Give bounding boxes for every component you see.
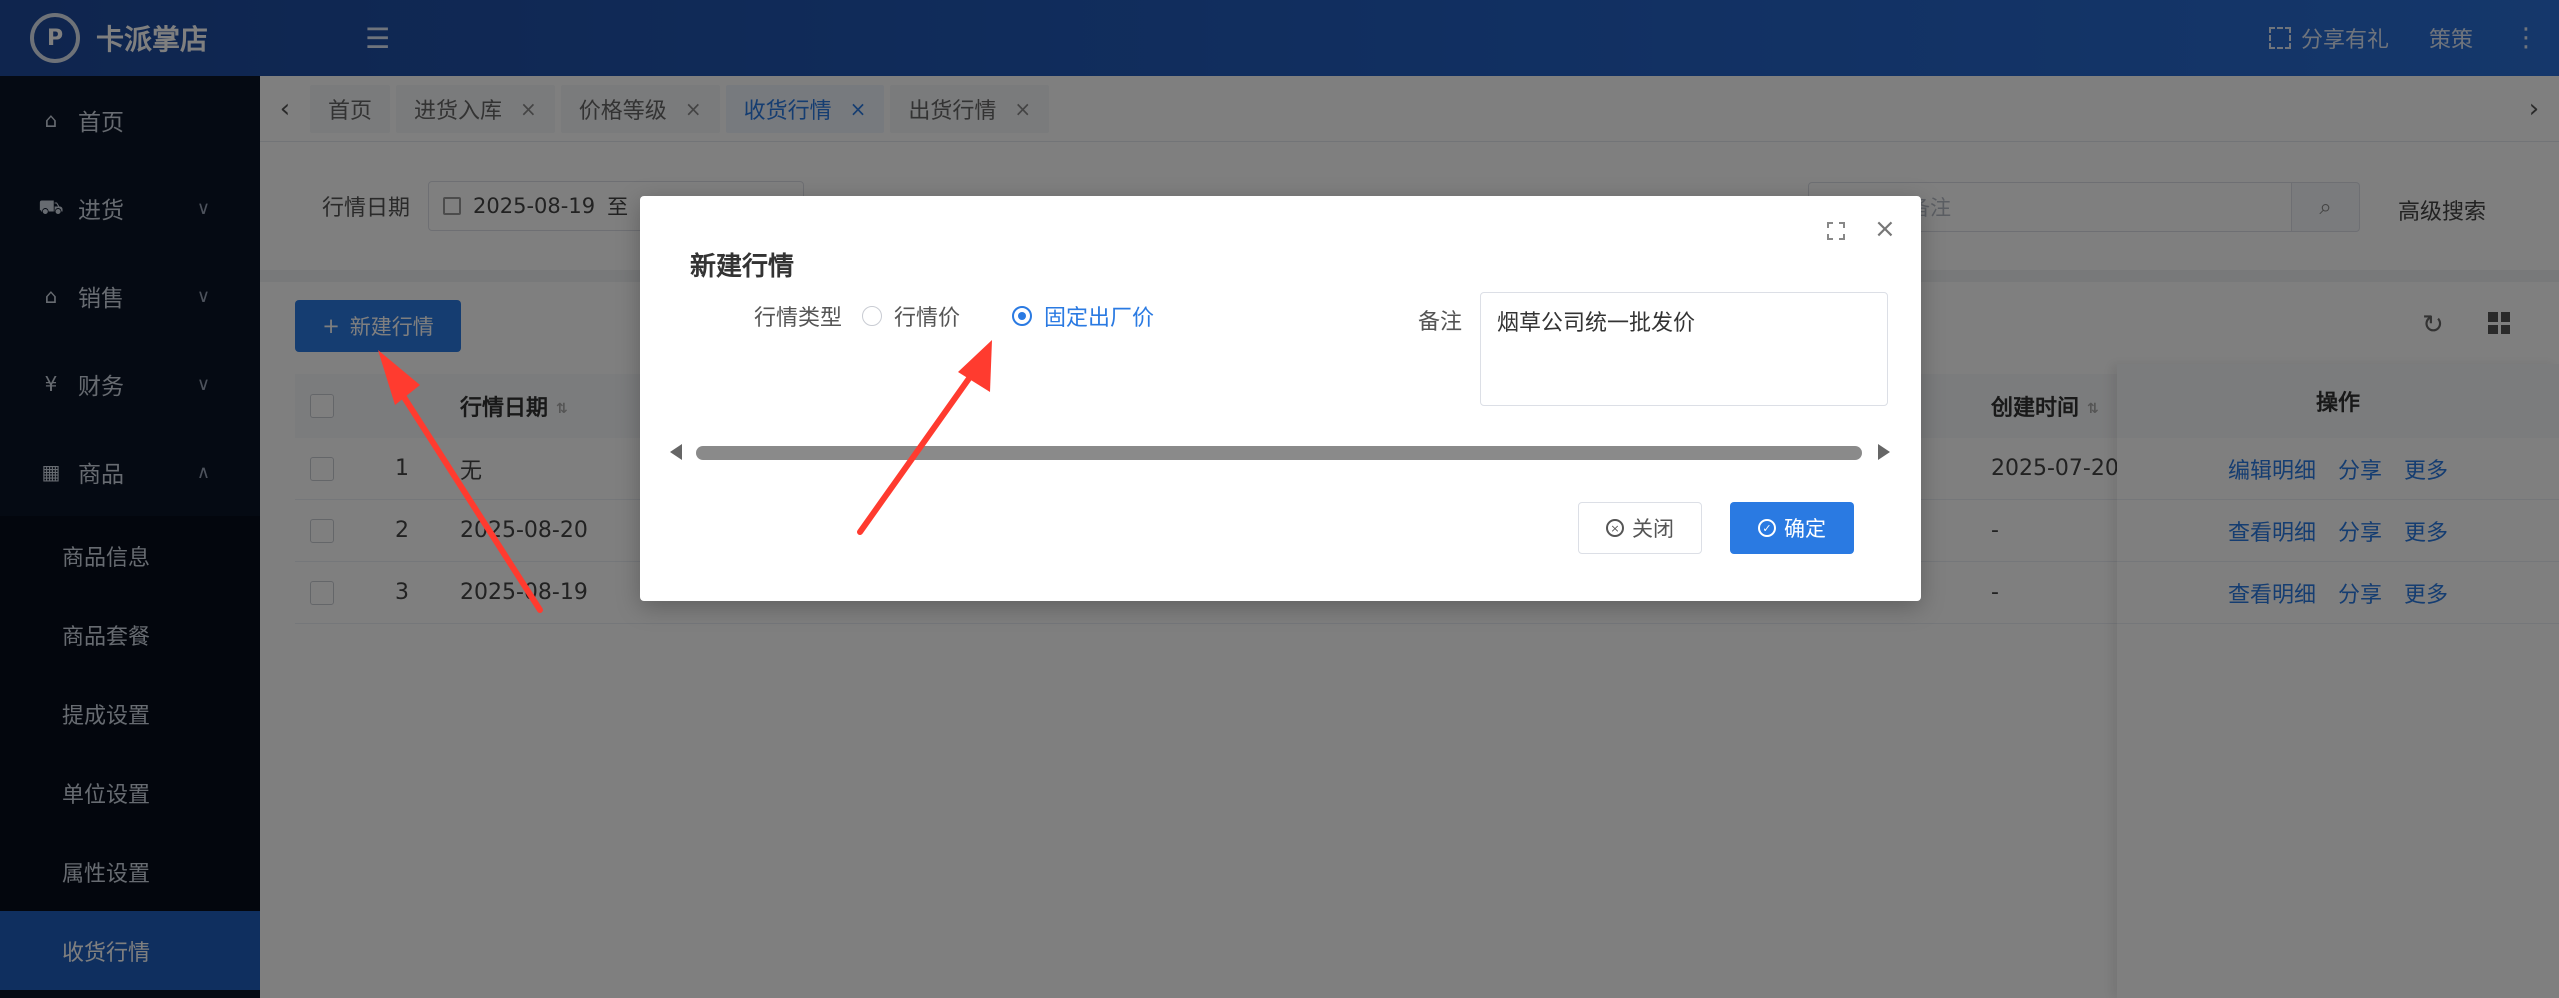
dialog-title: 新建行情 bbox=[690, 252, 795, 282]
check-circle-icon: ✓ bbox=[1758, 519, 1776, 537]
close-icon[interactable]: × bbox=[1874, 214, 1896, 244]
remark-label: 备注 bbox=[1418, 310, 1463, 335]
maximize-icon[interactable] bbox=[1827, 222, 1845, 240]
new-quote-dialog: 新建行情 × 行情类型 行情价 固定出厂价 备注 烟草公司统一批发价 × 关闭 … bbox=[640, 196, 1921, 601]
radio-market-price[interactable]: 行情价 bbox=[862, 300, 960, 332]
scrollbar-thumb[interactable] bbox=[696, 446, 1862, 460]
radio-factory-price[interactable]: 固定出厂价 bbox=[1012, 300, 1154, 332]
remark-textarea[interactable]: 烟草公司统一批发价 bbox=[1480, 292, 1888, 406]
horizontal-scrollbar[interactable] bbox=[670, 442, 1890, 462]
dialog-confirm-button[interactable]: ✓ 确定 bbox=[1730, 502, 1854, 554]
close-circle-icon: × bbox=[1606, 519, 1624, 537]
radio-dot bbox=[862, 306, 882, 326]
radio-label: 固定出厂价 bbox=[1044, 306, 1155, 331]
radio-dot bbox=[1012, 306, 1032, 326]
close-button-label: 关闭 bbox=[1632, 517, 1674, 541]
quote-type-label: 行情类型 bbox=[754, 306, 843, 331]
confirm-button-label: 确定 bbox=[1784, 517, 1826, 541]
scroll-right-arrow-icon[interactable] bbox=[1878, 444, 1890, 460]
radio-label: 行情价 bbox=[894, 306, 961, 331]
scroll-left-arrow-icon[interactable] bbox=[670, 444, 682, 460]
dialog-close-button[interactable]: × 关闭 bbox=[1578, 502, 1702, 554]
